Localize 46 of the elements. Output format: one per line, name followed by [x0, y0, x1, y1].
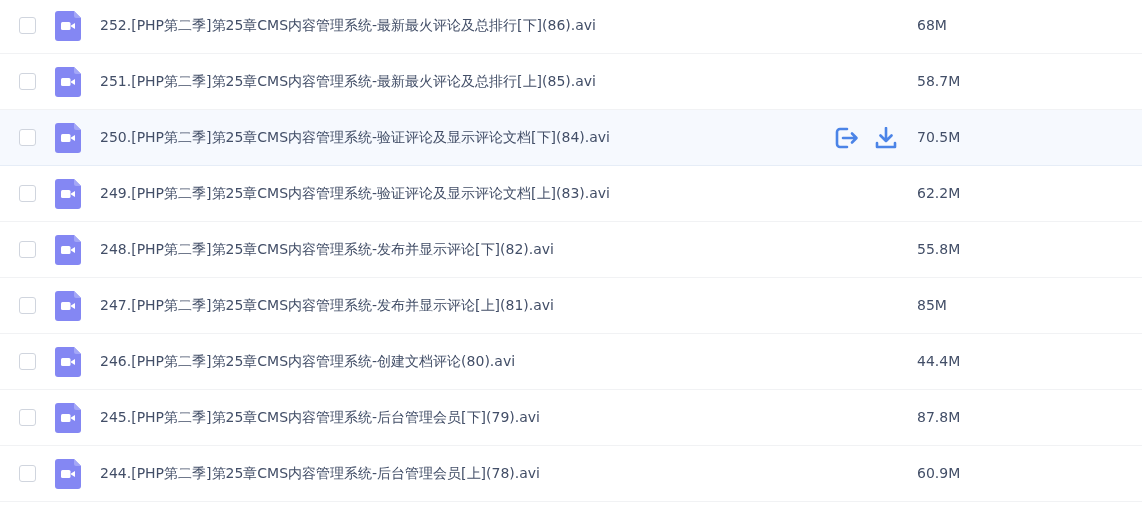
checkbox[interactable]: [19, 241, 36, 258]
file-name[interactable]: 252.[PHP第二季]第25章CMS内容管理系统-最新最火评论及总排行[下](86).avi: [100, 15, 835, 36]
file-name[interactable]: 245.[PHP第二季]第25章CMS内容管理系统-后台管理会员[下](79).avi: [100, 407, 835, 428]
file-row[interactable]: 244.[PHP第二季]第25章CMS内容管理系统-后台管理会员[上](78).avi 60.9M: [0, 446, 1142, 502]
video-file-icon: [55, 346, 81, 377]
file-name[interactable]: 249.[PHP第二季]第25章CMS内容管理系统-验证评论及显示评论文档[上](83).avi: [100, 183, 835, 204]
file-size: 58.7M: [917, 72, 961, 91]
file-size: 60.9M: [917, 464, 961, 483]
file-size: 85M: [917, 296, 947, 315]
checkbox[interactable]: [19, 353, 36, 370]
video-file-icon: [55, 178, 81, 209]
file-name[interactable]: 247.[PHP第二季]第25章CMS内容管理系统-发布并显示评论[上](81).avi: [100, 295, 835, 316]
video-file-icon: [55, 66, 81, 97]
video-file-icon: [55, 10, 81, 41]
file-size: 68M: [917, 16, 947, 35]
move-button[interactable]: [835, 126, 859, 149]
file-row[interactable]: 250.[PHP第二季]第25章CMS内容管理系统-验证评论及显示评论文档[下](84).avi 70.5M: [0, 110, 1142, 166]
checkbox[interactable]: [19, 465, 36, 482]
file-name[interactable]: 246.[PHP第二季]第25章CMS内容管理系统-创建文档评论(80).avi: [100, 351, 835, 372]
video-file-icon: [55, 234, 81, 265]
file-name[interactable]: 251.[PHP第二季]第25章CMS内容管理系统-最新最火评论及总排行[上](85).avi: [100, 71, 835, 92]
file-name[interactable]: 250.[PHP第二季]第25章CMS内容管理系统-验证评论及显示评论文档[下](84).avi: [100, 127, 835, 148]
file-size: 44.4M: [917, 352, 961, 371]
video-file-icon: [55, 458, 81, 489]
checkbox[interactable]: [19, 185, 36, 202]
video-file-icon: [55, 122, 81, 153]
file-row[interactable]: 245.[PHP第二季]第25章CMS内容管理系统-后台管理会员[下](79).avi 87.8M: [0, 390, 1142, 446]
file-row[interactable]: 246.[PHP第二季]第25章CMS内容管理系统-创建文档评论(80).avi 44.4M: [0, 334, 1142, 390]
file-size: 70.5M: [917, 128, 961, 147]
file-name[interactable]: 244.[PHP第二季]第25章CMS内容管理系统-后台管理会员[上](78).avi: [100, 463, 835, 484]
checkbox[interactable]: [19, 73, 36, 90]
file-row[interactable]: 252.[PHP第二季]第25章CMS内容管理系统-最新最火评论及总排行[下](86).avi 68M: [0, 0, 1142, 54]
download-button[interactable]: [875, 126, 897, 149]
checkbox[interactable]: [19, 297, 36, 314]
file-size: 55.8M: [917, 240, 961, 259]
checkbox[interactable]: [19, 17, 36, 34]
checkbox[interactable]: [19, 129, 36, 146]
file-size: 62.2M: [917, 184, 961, 203]
video-file-icon: [55, 402, 81, 433]
video-file-icon: [55, 290, 81, 321]
file-size: 87.8M: [917, 408, 961, 427]
checkbox[interactable]: [19, 409, 36, 426]
file-row[interactable]: 248.[PHP第二季]第25章CMS内容管理系统-发布并显示评论[下](82).avi 55.8M: [0, 222, 1142, 278]
file-row[interactable]: 249.[PHP第二季]第25章CMS内容管理系统-验证评论及显示评论文档[上](83).avi 62.2M: [0, 166, 1142, 222]
file-name[interactable]: 248.[PHP第二季]第25章CMS内容管理系统-发布并显示评论[下](82).avi: [100, 239, 835, 260]
file-row[interactable]: 247.[PHP第二季]第25章CMS内容管理系统-发布并显示评论[上](81).avi 85M: [0, 278, 1142, 334]
